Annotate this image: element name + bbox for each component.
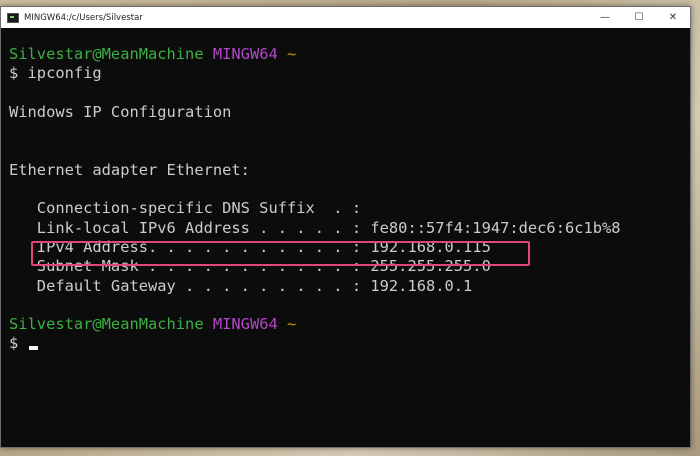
close-button[interactable]: ✕ [656, 7, 690, 28]
entry-label: Subnet Mask . . . . . . . . . . . : [9, 257, 362, 276]
prompt-env: MINGW64 [212, 45, 278, 63]
window-controls: — ☐ ✕ [588, 7, 690, 28]
output-header: Windows IP Configuration [9, 102, 232, 121]
prompt-line-2: Silvestar@MeanMachine MINGW64 ~ [9, 315, 690, 334]
entry-value: 192.168.0.1 [361, 276, 473, 295]
maximize-button[interactable]: ☐ [622, 7, 656, 28]
entry-dns-suffix: Connection-specific DNS Suffix . : [9, 199, 690, 218]
terminal-output[interactable]: Silvestar@MeanMachine MINGW64 ~ $ ipconf… [1, 28, 690, 447]
entry-label: Connection-specific DNS Suffix . : [9, 199, 362, 218]
terminal-window: MINGW64:/c/Users/Silvestar — ☐ ✕ Silvest… [0, 6, 691, 448]
window-title: MINGW64:/c/Users/Silvestar [24, 12, 143, 23]
adapter-heading: Ethernet adapter Ethernet: [9, 160, 250, 179]
minimize-button[interactable]: — [588, 7, 622, 28]
entry-default-gateway: Default Gateway . . . . . . . . . : 192.… [9, 277, 690, 296]
prompt-user-host: Silvestar@MeanMachine [9, 315, 204, 334]
terminal-app-icon [7, 12, 19, 23]
entry-label: Link-local IPv6 Address . . . . . : [9, 218, 362, 237]
input-line[interactable]: $ [9, 334, 690, 353]
text-cursor [28, 346, 38, 351]
entry-subnet-mask: Subnet Mask . . . . . . . . . . . : 255.… [9, 257, 690, 276]
prompt-path: ~ [287, 45, 297, 63]
entry-label: Default Gateway . . . . . . . . . : [9, 276, 362, 295]
entry-value: fe80::57f4:1947:dec6:6c1b%8 [361, 218, 621, 237]
entry-ipv6: Link-local IPv6 Address . . . . . : fe80… [9, 219, 690, 238]
entry-label: IPv4 Address. . . . . . . . . . . : [9, 237, 362, 256]
prompt-env: MINGW64 [212, 315, 278, 334]
entry-value: 255.255.255.0 [361, 257, 491, 276]
prompt-line-1: Silvestar@MeanMachine MINGW64 ~ [9, 45, 690, 64]
prompt-path: ~ [287, 315, 297, 334]
prompt-symbol: $ [9, 334, 28, 353]
command-line: $ ipconfig [9, 64, 102, 83]
title-bar[interactable]: MINGW64:/c/Users/Silvestar — ☐ ✕ [1, 7, 690, 28]
entry-value: 192.168.0.115 [361, 237, 491, 256]
prompt-user-host: Silvestar@MeanMachine [9, 45, 204, 63]
entry-ipv4: IPv4 Address. . . . . . . . . . . : 192.… [9, 238, 690, 257]
